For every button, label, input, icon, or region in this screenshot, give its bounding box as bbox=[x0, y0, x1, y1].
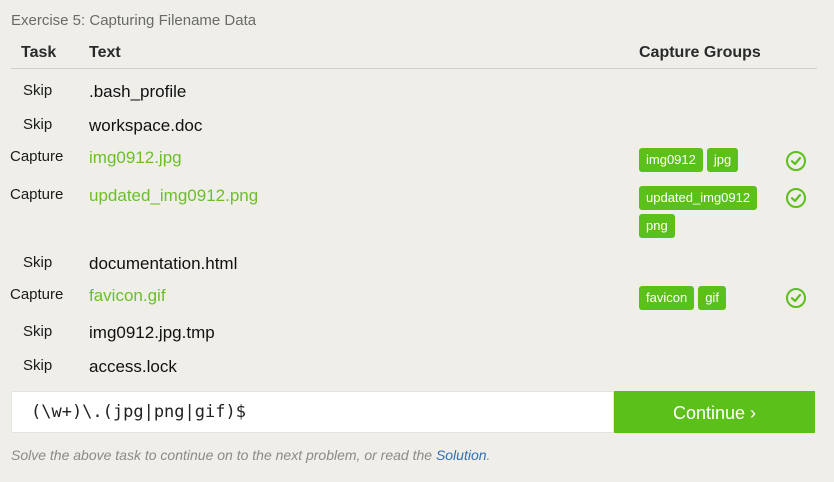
header-task: Task bbox=[21, 44, 57, 61]
row-task: Capture bbox=[10, 148, 64, 165]
capture-group-chip: updated_img0912 bbox=[639, 186, 758, 210]
regex-input[interactable] bbox=[12, 392, 611, 432]
row-text: img0912.jpg bbox=[89, 148, 182, 167]
row-task: Skip bbox=[23, 116, 53, 133]
capture-group-chip: gif bbox=[698, 286, 726, 310]
row-text: favicon.gif bbox=[89, 286, 166, 305]
row-task: Capture bbox=[10, 286, 64, 303]
capture-group-chip: jpg bbox=[706, 148, 739, 172]
row-task: Skip bbox=[23, 357, 53, 374]
check-circle-icon bbox=[786, 188, 806, 208]
solution-link[interactable]: Solution bbox=[436, 447, 487, 463]
row-task: Skip bbox=[23, 254, 53, 271]
capture-group-chip: favicon bbox=[639, 286, 695, 310]
exercise-title: Exercise 5: Capturing Filename Data bbox=[11, 12, 257, 29]
header-divider bbox=[11, 68, 817, 69]
row-text: updated_img0912.png bbox=[89, 186, 259, 205]
header-text: Text bbox=[89, 44, 121, 61]
check-circle-icon bbox=[786, 288, 806, 308]
row-task: Skip bbox=[23, 82, 53, 99]
row-text: workspace.doc bbox=[89, 116, 203, 135]
footer-hint: Solve the above task to continue on to t… bbox=[11, 447, 490, 463]
row-text: .bash_profile bbox=[89, 82, 187, 101]
row-text: access.lock bbox=[89, 357, 177, 376]
row-text: img0912.jpg.tmp bbox=[89, 323, 215, 342]
row-task: Skip bbox=[23, 323, 53, 340]
header-capture-groups: Capture Groups bbox=[639, 44, 761, 61]
capture-group-chip: img0912 bbox=[639, 148, 703, 172]
check-circle-icon bbox=[786, 151, 806, 171]
footer-text: Solve the above task to continue on to t… bbox=[11, 447, 436, 463]
regex-input-box bbox=[11, 391, 614, 433]
row-text: documentation.html bbox=[89, 254, 238, 273]
capture-group-chip: png bbox=[639, 214, 675, 238]
continue-button[interactable]: Continue › bbox=[614, 391, 815, 433]
row-task: Capture bbox=[10, 186, 64, 203]
capture-groups: updated_img0912png bbox=[639, 186, 774, 242]
capture-groups: favicon gif bbox=[639, 286, 774, 314]
footer-suffix: . bbox=[486, 447, 491, 463]
capture-groups: img0912 jpg bbox=[639, 148, 774, 176]
